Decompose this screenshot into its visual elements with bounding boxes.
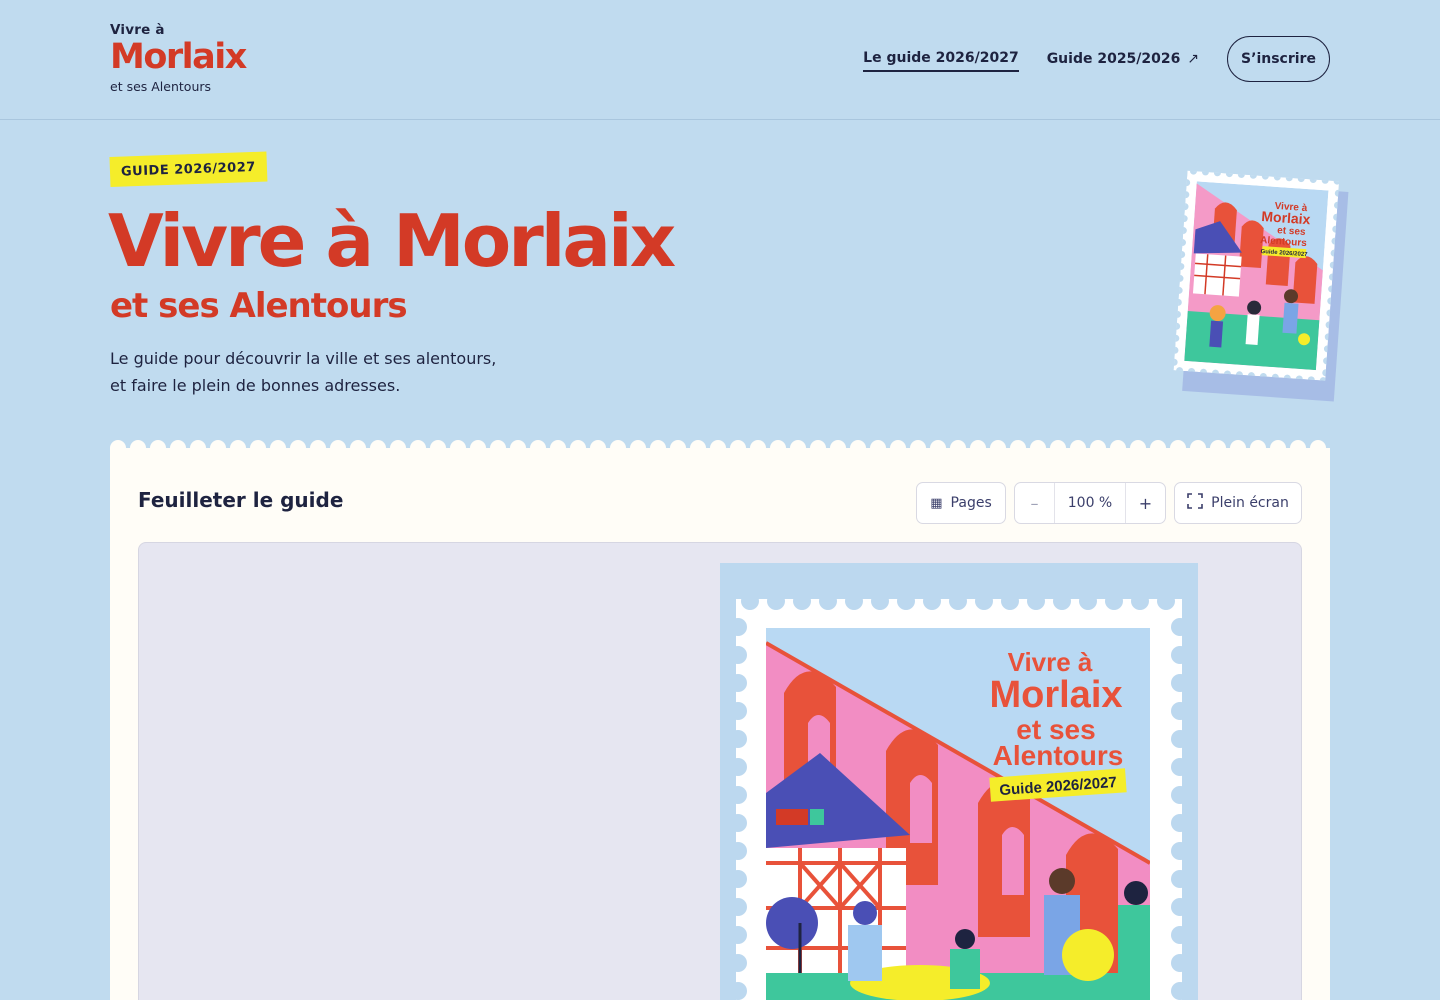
guide-cover-thumbnail: Vivre à Morlaix et ses Alentours Guide 2… bbox=[1173, 170, 1349, 402]
zoom-out-button[interactable]: – bbox=[1015, 483, 1055, 523]
pages-label: Pages bbox=[950, 495, 992, 511]
page-title: Vivre à Morlaix bbox=[108, 199, 676, 283]
hero-description-line-2: et faire le plein de bonnes adresses. bbox=[110, 376, 401, 395]
viewer-toolbar: ▦ Pages – 100 % + Plein écran bbox=[916, 482, 1302, 524]
fullscreen-button[interactable]: Plein écran bbox=[1174, 482, 1302, 524]
signup-button[interactable]: S’inscrire bbox=[1227, 36, 1330, 82]
logo-line-1: Vivre à bbox=[110, 22, 165, 38]
thumb-cover-line2: Morlaix bbox=[1261, 208, 1311, 227]
pages-button[interactable]: ▦ Pages bbox=[916, 482, 1006, 524]
external-link-icon: ↗ bbox=[1187, 51, 1199, 67]
zoom-control: – 100 % + bbox=[1014, 482, 1166, 524]
logo-line-2: Morlaix bbox=[110, 37, 247, 77]
nav-link-guide-2026[interactable]: Le guide 2026/2027 bbox=[863, 46, 1019, 72]
page-subtitle: et ses Alentours bbox=[110, 286, 408, 326]
guide-cover-page[interactable]: Vivre à Morlaix et ses Alentours Guide 2… bbox=[720, 563, 1198, 1000]
nav-link-guide-2025[interactable]: Guide 2025/2026 ↗ bbox=[1047, 47, 1199, 71]
main-nav: Le guide 2026/2027 Guide 2025/2026 ↗ S’i… bbox=[863, 36, 1330, 82]
fullscreen-icon bbox=[1187, 493, 1203, 513]
site-header: Vivre à Morlaix et ses Alentours Le guid… bbox=[0, 0, 1440, 120]
fullscreen-label: Plein écran bbox=[1211, 495, 1289, 511]
cover-line1: Vivre à bbox=[1008, 647, 1093, 677]
cover-line4: Alentours bbox=[993, 740, 1124, 771]
site-logo[interactable]: Vivre à Morlaix et ses Alentours bbox=[110, 22, 247, 94]
hero-description: Le guide pour découvrir la ville et ses … bbox=[110, 345, 530, 399]
logo-line-3: et ses Alentours bbox=[110, 79, 212, 94]
flipbook-area[interactable]: Vivre à Morlaix et ses Alentours Guide 2… bbox=[138, 542, 1302, 1000]
hero-description-line-1: Le guide pour découvrir la ville et ses … bbox=[110, 349, 497, 368]
guide-viewer-card: Feuilleter le guide ▦ Pages – 100 % + Pl… bbox=[110, 448, 1330, 1000]
edition-badge: GUIDE 2026/2027 bbox=[109, 151, 268, 187]
grid-icon: ▦ bbox=[930, 495, 943, 511]
nav-link-label: Guide 2025/2026 bbox=[1046, 51, 1181, 67]
nav-link-label: Le guide 2026/2027 bbox=[863, 50, 1019, 66]
zoom-level: 100 % bbox=[1067, 495, 1113, 511]
viewer-title: Feuilleter le guide bbox=[138, 488, 344, 512]
cover-line2: Morlaix bbox=[989, 674, 1122, 716]
zoom-in-button[interactable]: + bbox=[1125, 483, 1165, 523]
cover-stamp-illustration: Vivre à Morlaix et ses Alentours Guide 2… bbox=[1173, 170, 1340, 381]
